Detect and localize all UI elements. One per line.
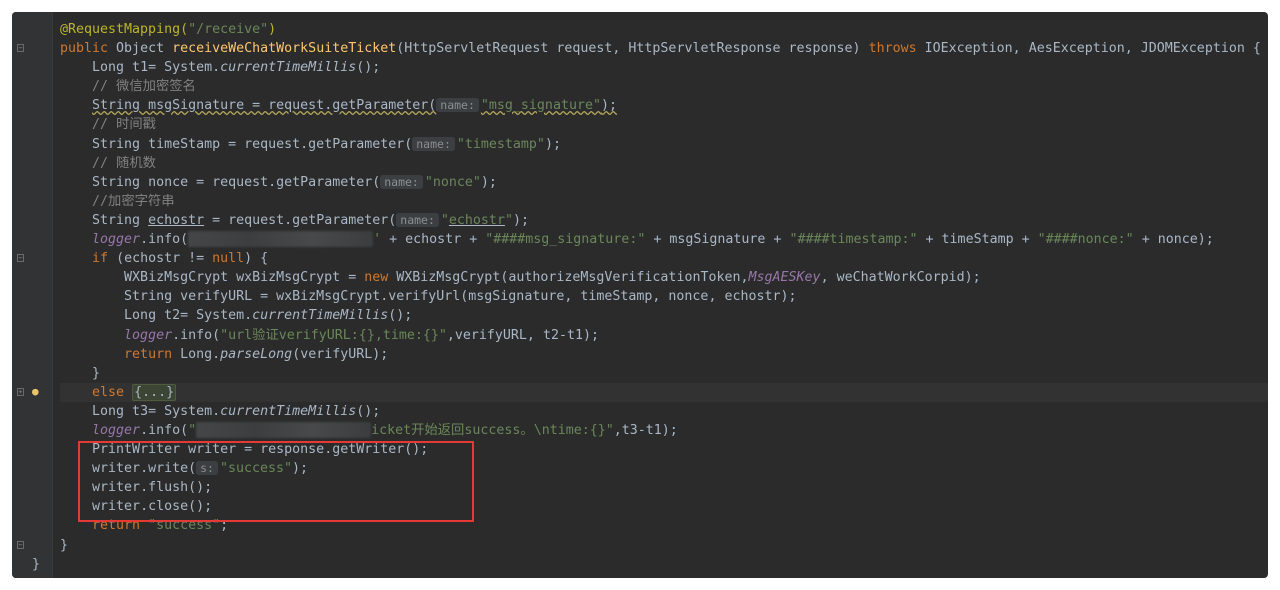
code-line: // 时间戳 <box>92 117 156 133</box>
fold-icon[interactable]: − <box>17 540 24 549</box>
code-line: Long t2= System.currentTimeMillis(); <box>124 308 413 324</box>
fold-icon[interactable]: + <box>17 387 24 396</box>
fold-icon[interactable]: − <box>17 44 24 53</box>
code-line: String msgSignature = request.getParamet… <box>92 98 617 114</box>
code-line: String echostr = request.getParameter(na… <box>92 212 529 228</box>
code-line: // 微信加密签名 <box>92 79 196 95</box>
code-area[interactable]: @RequestMapping("/receive") public Objec… <box>32 20 1268 574</box>
code-line: @RequestMapping("/receive") <box>60 22 277 37</box>
code-line: logger.info(" icket开始返回success。\ntime:{}"… <box>92 421 678 438</box>
param-hint: name: <box>380 174 423 189</box>
code-line: writer.close(); <box>92 499 213 515</box>
lightbulb-icon[interactable]: ● <box>32 385 39 398</box>
code-line: // 随机数 <box>92 155 156 171</box>
code-line: if (echostr != null) { <box>92 251 269 267</box>
code-line: } <box>32 556 41 572</box>
param-hint: name: <box>396 212 439 227</box>
param-hint: name: <box>436 98 479 113</box>
redacted-text <box>188 231 374 248</box>
code-line: Long t1= System.currentTimeMillis(); <box>92 60 381 76</box>
redacted-text <box>196 421 372 438</box>
code-line: Long t3= System.currentTimeMillis(); <box>92 403 381 419</box>
code-line: writer.flush(); <box>92 480 213 496</box>
line-gutter: − − + ● − <box>12 12 53 578</box>
code-line: PrintWriter writer = response.getWriter(… <box>92 442 429 458</box>
code-line: logger.info(' + echostr + "####msg_signa… <box>92 231 1214 248</box>
code-line: public Object receiveWeChatWorkSuiteTick… <box>60 41 1261 57</box>
code-line: return "success"; <box>92 518 229 534</box>
code-line: logger.info("url验证verifyURL:{},time:{}",… <box>124 327 599 343</box>
code-line: WXBizMsgCrypt wxBizMsgCrypt = new WXBizM… <box>124 270 981 286</box>
code-line: //加密字符串 <box>92 193 175 209</box>
code-line: } <box>92 365 101 381</box>
fold-icon[interactable]: − <box>17 254 24 263</box>
code-editor[interactable]: − − + ● − @RequestMapping("/receive") pub… <box>12 12 1268 578</box>
code-line: String nonce = request.getParameter(name… <box>92 174 497 190</box>
folded-block[interactable]: {...} <box>132 383 177 401</box>
code-line: writer.write(s: "success"); <box>92 461 309 477</box>
code-line: String verifyURL = wxBizMsgCrypt.verifyU… <box>124 289 797 305</box>
param-hint: name: <box>412 136 455 151</box>
code-line: String timeStamp = request.getParameter(… <box>92 136 561 152</box>
code-line: } <box>60 537 69 553</box>
code-line: return Long.parseLong(verifyURL); <box>124 346 389 362</box>
code-line: else {...} <box>60 382 1268 402</box>
param-hint: s: <box>196 461 218 476</box>
